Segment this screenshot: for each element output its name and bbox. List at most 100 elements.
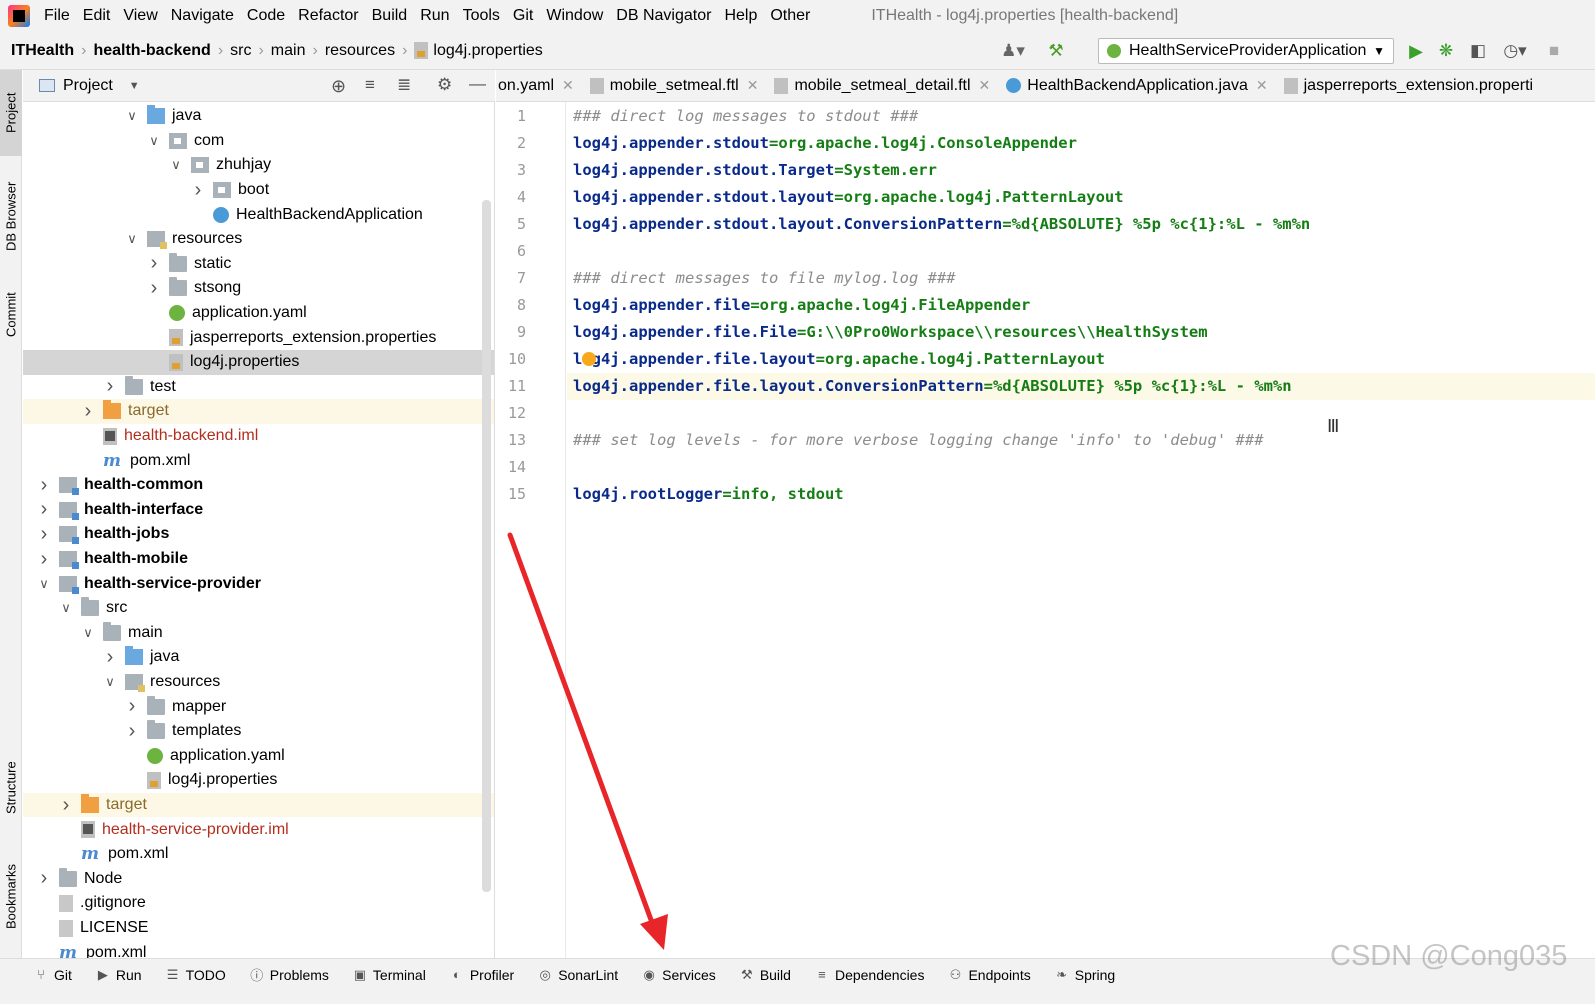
chevron-down-icon[interactable]: ∨: [81, 625, 95, 641]
tool-window-git[interactable]: ⑂ Git: [34, 967, 72, 983]
chevron-right-icon[interactable]: ›: [103, 646, 117, 669]
chevron-right-icon[interactable]: ›: [37, 498, 51, 521]
coverage-icon[interactable]: ◧: [1468, 41, 1488, 61]
tree-node[interactable]: jasperreports_extension.properties: [23, 325, 494, 350]
tree-node[interactable]: ∨ zhuhjay: [23, 153, 494, 178]
tool-tab-db-browser[interactable]: DB Browser: [0, 166, 22, 266]
tree-node[interactable]: ∨ resources: [23, 670, 494, 695]
intention-bulb-icon[interactable]: [582, 352, 596, 366]
menu-navigate[interactable]: Navigate: [171, 7, 234, 25]
collapse-all-icon[interactable]: ≣: [397, 75, 411, 95]
chevron-right-icon[interactable]: ›: [147, 252, 161, 275]
tree-node[interactable]: › mapper: [23, 694, 494, 719]
tree-node[interactable]: › Node: [23, 867, 494, 892]
menu-other[interactable]: Other: [770, 7, 810, 25]
tree-node[interactable]: ∨ com: [23, 129, 494, 154]
tool-tab-project[interactable]: Project: [0, 70, 22, 156]
tree-node[interactable]: › target: [23, 399, 494, 424]
code-line[interactable]: ### set log levels - for more verbose lo…: [567, 427, 1595, 454]
breadcrumb-module[interactable]: health-backend: [93, 42, 210, 60]
code-line[interactable]: log4j.appender.file=org.apache.log4j.Fil…: [567, 292, 1595, 319]
breadcrumb-src[interactable]: src: [230, 42, 251, 60]
profile-icon[interactable]: ◷▾: [1498, 41, 1532, 61]
menu-code[interactable]: Code: [247, 7, 285, 25]
menu-tools[interactable]: Tools: [463, 7, 500, 25]
tree-node[interactable]: ∨ src: [23, 596, 494, 621]
tool-tab-bookmarks[interactable]: Bookmarks: [0, 846, 22, 946]
menu-file[interactable]: File: [44, 7, 70, 25]
code-line[interactable]: ### direct log messages to stdout ###: [567, 103, 1595, 130]
stop-icon[interactable]: ■: [1544, 41, 1564, 61]
tree-node[interactable]: LICENSE: [23, 916, 494, 941]
tree-node[interactable]: HealthBackendApplication: [23, 202, 494, 227]
tree-node[interactable]: application.yaml: [23, 744, 494, 769]
tool-window-profiler[interactable]: ◐ Profiler: [450, 967, 514, 983]
expand-all-icon[interactable]: ≡: [365, 75, 375, 95]
code-line[interactable]: log4j.appender.stdout.layout=org.apache.…: [567, 184, 1595, 211]
tool-window-terminal[interactable]: ▣ Terminal: [353, 967, 426, 983]
tree-node[interactable]: › health-jobs: [23, 522, 494, 547]
editor-tab-health-backend-application[interactable]: HealthBackendApplication.java ✕: [998, 70, 1275, 101]
menu-help[interactable]: Help: [724, 7, 757, 25]
chevron-right-icon[interactable]: ›: [37, 474, 51, 497]
menu-refactor[interactable]: Refactor: [298, 7, 358, 25]
code-line[interactable]: log4j.appender.stdout.Target=System.err: [567, 157, 1595, 184]
close-icon[interactable]: ✕: [1256, 77, 1268, 94]
chevron-right-icon[interactable]: ›: [147, 277, 161, 300]
tree-node[interactable]: › boot: [23, 178, 494, 203]
breadcrumb-file[interactable]: log4j.properties: [433, 42, 542, 60]
editor-tab-jasperreports[interactable]: jasperreports_extension.properti: [1276, 70, 1541, 101]
tree-node[interactable]: › stsong: [23, 276, 494, 301]
locate-target-icon[interactable]: ⊕: [331, 76, 346, 97]
tree-node[interactable]: ∨ resources: [23, 227, 494, 252]
tree-node[interactable]: › test: [23, 375, 494, 400]
code-line[interactable]: log4j.appender.stdout.layout.ConversionP…: [567, 211, 1595, 238]
tool-window-dependencies[interactable]: ≡ Dependencies: [815, 967, 924, 983]
tree-node[interactable]: › static: [23, 252, 494, 277]
chevron-right-icon[interactable]: ›: [37, 523, 51, 546]
run-icon[interactable]: ▶: [1406, 41, 1426, 61]
editor-tab-mobile-setmeal-detail[interactable]: mobile_setmeal_detail.ftl ✕: [766, 70, 998, 101]
tool-window-build[interactable]: ⚒ Build: [740, 967, 791, 983]
chevron-right-icon[interactable]: ›: [125, 695, 139, 718]
tool-window-endpoints[interactable]: ⚇ Endpoints: [948, 967, 1031, 983]
tool-window-problems[interactable]: ⓘ Problems: [250, 965, 329, 984]
tool-window-services[interactable]: ◉ Services: [642, 967, 715, 983]
chevron-down-icon[interactable]: ∨: [103, 674, 117, 690]
chevron-down-icon[interactable]: ∨: [59, 600, 73, 616]
tree-node[interactable]: application.yaml: [23, 301, 494, 326]
code-line[interactable]: log4j.appender.file.layout=org.apache.lo…: [567, 346, 1595, 373]
chevron-down-icon[interactable]: ▼: [129, 80, 140, 92]
tree-node[interactable]: ∨ health-service-provider: [23, 571, 494, 596]
tree-node[interactable]: health-backend.iml: [23, 424, 494, 449]
tool-tab-structure[interactable]: Structure: [0, 742, 22, 834]
code-line[interactable]: log4j.appender.stdout=org.apache.log4j.C…: [567, 130, 1595, 157]
tree-node[interactable]: m pom.xml: [23, 842, 494, 867]
breadcrumb-project[interactable]: ITHealth: [11, 42, 74, 60]
code-editor[interactable]: ### direct log messages to stdout ### log…: [567, 102, 1595, 958]
chevron-right-icon[interactable]: ›: [37, 867, 51, 890]
tree-node[interactable]: › health-common: [23, 473, 494, 498]
code-line[interactable]: log4j.appender.file.File=G:\\0Pro0Worksp…: [567, 319, 1595, 346]
menu-window[interactable]: Window: [546, 7, 603, 25]
chevron-right-icon[interactable]: ›: [103, 375, 117, 398]
tree-node[interactable]: health-service-provider.iml: [23, 817, 494, 842]
user-account-icon[interactable]: ♟▾: [996, 41, 1030, 61]
chevron-right-icon[interactable]: ›: [81, 400, 95, 423]
code-line[interactable]: [567, 454, 1595, 481]
tree-node[interactable]: › health-interface: [23, 498, 494, 523]
tool-window-spring[interactable]: ❧ Spring: [1055, 967, 1115, 983]
close-icon[interactable]: ✕: [747, 77, 759, 94]
chevron-down-icon[interactable]: ∨: [147, 133, 161, 149]
build-hammer-icon[interactable]: ⚒: [1046, 41, 1066, 61]
tree-node[interactable]: › health-mobile: [23, 547, 494, 572]
tree-node[interactable]: › templates: [23, 719, 494, 744]
code-line[interactable]: log4j.rootLogger=info, stdout: [567, 481, 1595, 508]
chevron-down-icon[interactable]: ∨: [125, 108, 139, 124]
editor-tab-yaml[interactable]: on.yaml ✕: [496, 70, 582, 101]
tree-node[interactable]: .gitignore: [23, 891, 494, 916]
close-icon[interactable]: ✕: [562, 77, 574, 94]
tool-window-sonarlint[interactable]: ◎ SonarLint: [538, 967, 619, 983]
hide-panel-icon[interactable]: —: [469, 74, 486, 94]
menu-db-navigator[interactable]: DB Navigator: [616, 7, 711, 25]
